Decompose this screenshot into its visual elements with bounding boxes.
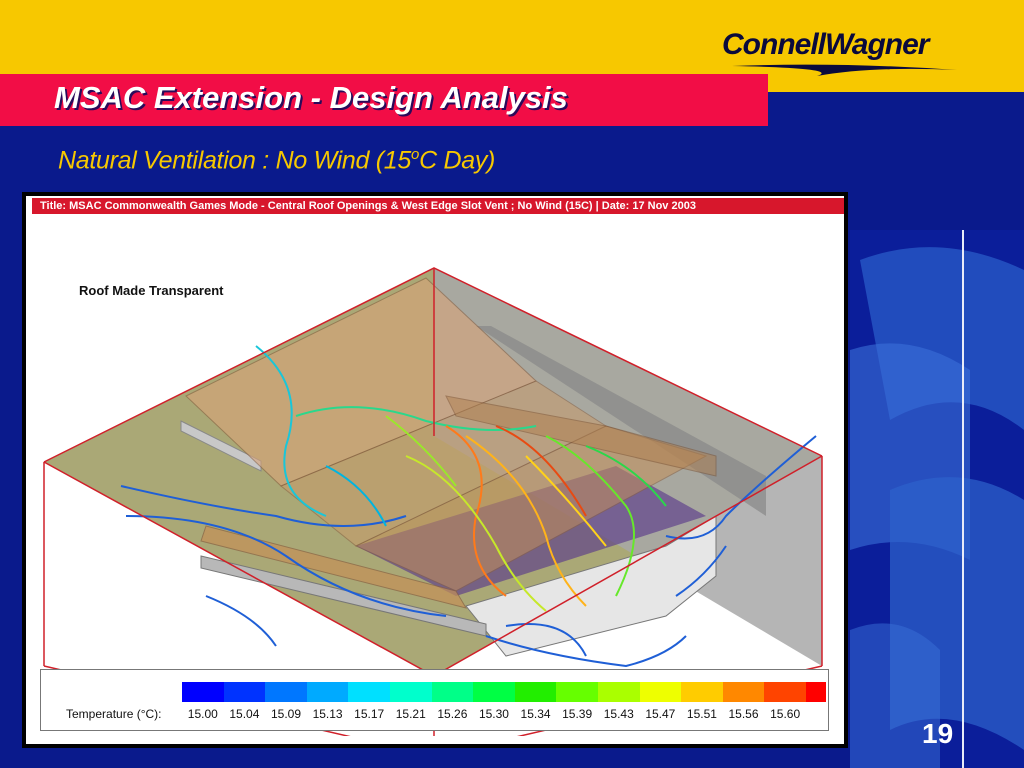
legend-value: 15.43 xyxy=(603,707,634,721)
page-number: 19 xyxy=(922,718,954,749)
legend-value: 15.04 xyxy=(229,707,260,721)
legend-swatch xyxy=(597,682,640,702)
cfd-figure: Title: MSAC Commonwealth Games Mode - Ce… xyxy=(26,196,844,744)
legend-values: 15.00 15.04 15.09 15.13 15.17 15.21 15.2… xyxy=(182,707,806,721)
legend-value: 15.39 xyxy=(562,707,593,721)
legend-value: 15.56 xyxy=(728,707,759,721)
legend-swatches xyxy=(182,682,826,702)
legend-swatch xyxy=(514,682,557,702)
legend-swatch xyxy=(265,682,307,702)
legend-value: 15.00 xyxy=(187,707,218,721)
subtitle-text-end: C Day) xyxy=(419,146,496,175)
slide-title: MSAC Extension - Design Analysis xyxy=(54,80,568,115)
temperature-legend: Temperature (°C): 15.00 15.04 15.09 15.1… xyxy=(40,669,829,731)
legend-label: Temperature (°C): xyxy=(66,707,162,721)
legend-swatch xyxy=(389,682,432,702)
logo-text: ConnellWagner xyxy=(722,28,929,61)
legend-value: 15.47 xyxy=(645,707,676,721)
legend-swatch xyxy=(223,682,266,702)
legend-value: 15.13 xyxy=(312,707,343,721)
legend-swatch xyxy=(805,682,826,702)
legend-swatch xyxy=(556,682,598,702)
legend-value: 15.09 xyxy=(270,707,301,721)
cfd-title-bar: Title: MSAC Commonwealth Games Mode - Ce… xyxy=(32,198,844,214)
degree-superscript: o xyxy=(411,146,420,163)
legend-swatch xyxy=(639,682,682,702)
background-decoration xyxy=(850,230,1024,768)
legend-value: 15.34 xyxy=(520,707,551,721)
legend-swatch xyxy=(431,682,474,702)
slide-subtitle: Natural Ventilation : No Wind (15oC Day) xyxy=(58,146,495,175)
legend-swatch xyxy=(722,682,765,702)
legend-value: 15.21 xyxy=(395,707,426,721)
legend-value: 15.26 xyxy=(437,707,468,721)
legend-value: 15.30 xyxy=(478,707,509,721)
legend-swatch xyxy=(306,682,349,702)
legend-swatch xyxy=(681,682,723,702)
roof-annotation: Roof Made Transparent xyxy=(79,283,224,298)
legend-value: 15.51 xyxy=(686,707,717,721)
legend-swatch xyxy=(182,682,224,702)
legend-swatch xyxy=(764,682,806,702)
legend-value: 15.17 xyxy=(354,707,385,721)
legend-swatch xyxy=(473,682,515,702)
legend-swatch xyxy=(348,682,390,702)
legend-value: 15.60 xyxy=(770,707,801,721)
decorative-line xyxy=(962,230,964,768)
slide-title-bar: MSAC Extension - Design Analysis xyxy=(0,74,768,126)
subtitle-text: Natural Ventilation : No Wind (15 xyxy=(58,146,412,175)
